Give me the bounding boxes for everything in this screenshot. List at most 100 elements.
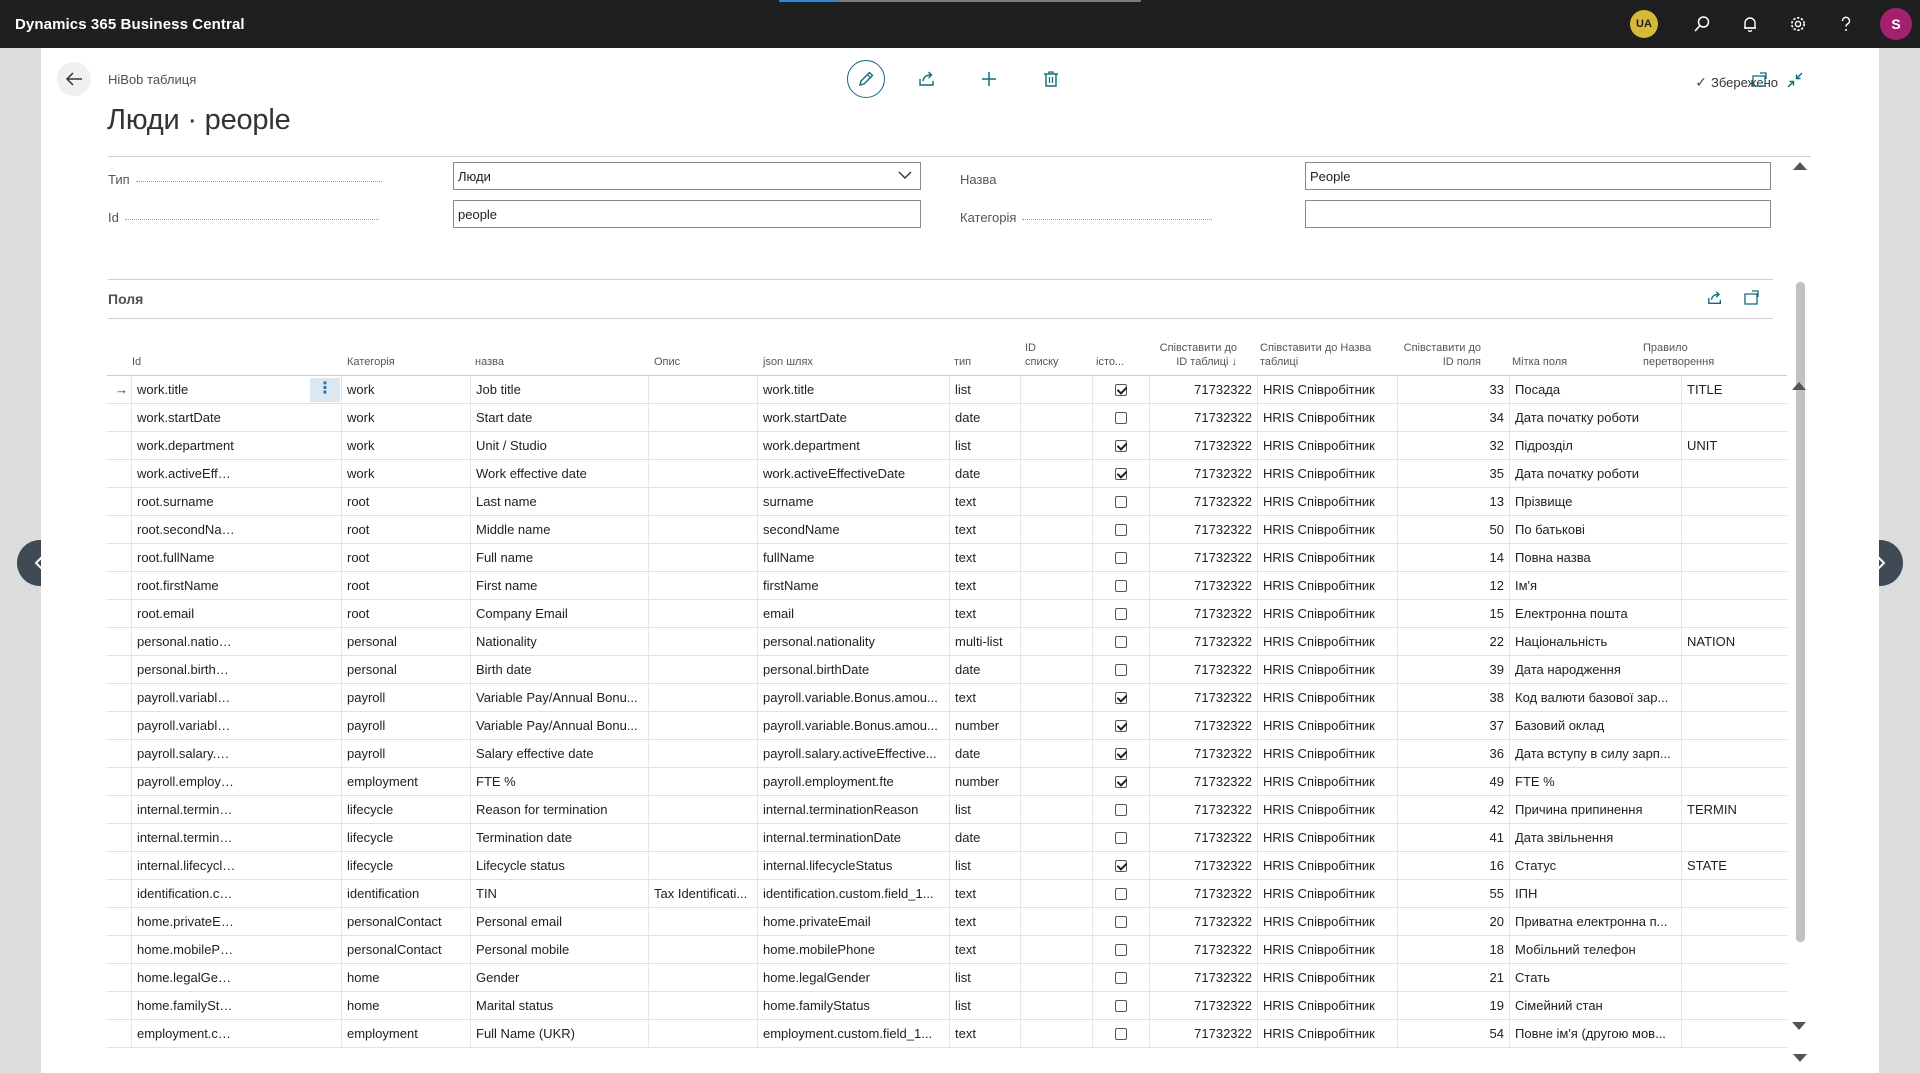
history-checkbox[interactable] (1115, 384, 1127, 396)
cell-type[interactable]: multi-list (949, 628, 1019, 656)
cell-map-field-id[interactable]: 55 (1397, 880, 1509, 908)
cell-type[interactable]: date (949, 824, 1019, 852)
cell-history[interactable] (1092, 628, 1149, 656)
cell-conversion-rule[interactable] (1681, 712, 1788, 740)
cell-json-path[interactable]: work.startDate (757, 404, 948, 432)
cell-description[interactable] (648, 992, 757, 1020)
col-header-name[interactable]: назва (475, 355, 504, 369)
cell-history[interactable] (1092, 684, 1149, 712)
cell-map-field-id[interactable]: 21 (1397, 964, 1509, 992)
cell-category[interactable]: personalContact (341, 908, 469, 936)
table-row[interactable]: payroll.variable.Bo... payrollVariable Pa… (107, 684, 1787, 712)
cell-json-path[interactable]: secondName (757, 516, 948, 544)
cell-category[interactable]: personal (341, 656, 469, 684)
table-row[interactable]: internal.lifecycleSt... lifecycleLifecycl… (107, 852, 1787, 880)
cell-map-table-name[interactable]: HRIS Співробітник (1257, 1020, 1397, 1048)
cell-type[interactable]: text (949, 600, 1019, 628)
cell-type[interactable]: text (949, 684, 1019, 712)
cell-list-id[interactable] (1020, 432, 1092, 460)
cell-conversion-rule[interactable]: TITLE (1681, 376, 1788, 404)
fields-share-button[interactable] (1705, 288, 1725, 308)
cell-type[interactable]: number (949, 768, 1019, 796)
cell-id[interactable]: personal.nationality (131, 628, 241, 656)
cell-json-path[interactable]: identification.custom.field_1... (757, 880, 948, 908)
cell-map-table-id[interactable]: 71732322 (1149, 852, 1257, 880)
cell-map-field-id[interactable]: 54 (1397, 1020, 1509, 1048)
cell-name[interactable]: Termination date (470, 824, 650, 852)
cell-map-table-id[interactable]: 71732322 (1149, 656, 1257, 684)
cell-map-table-id[interactable]: 71732322 (1149, 908, 1257, 936)
cell-description[interactable] (648, 1020, 757, 1048)
cell-description[interactable] (648, 376, 757, 404)
col-header-history[interactable]: істо... (1096, 355, 1124, 369)
table-row[interactable]: work.activeEffectiv... workWork effective… (107, 460, 1787, 488)
cell-conversion-rule[interactable]: NATION (1681, 628, 1788, 656)
cell-id[interactable]: internal.lifecycleSt... (131, 852, 241, 880)
col-header-description[interactable]: Опис (654, 355, 680, 369)
cell-category[interactable]: employment (341, 768, 469, 796)
cell-conversion-rule[interactable]: TERMIN (1681, 796, 1788, 824)
cell-name[interactable]: Marital status (470, 992, 650, 1020)
scroll-up-icon[interactable] (1793, 162, 1807, 170)
table-row[interactable]: work.startDate work Start date work.startDa… (107, 404, 1787, 432)
cell-description[interactable] (648, 824, 757, 852)
cell-history[interactable] (1092, 460, 1149, 488)
cell-history[interactable] (1092, 712, 1149, 740)
cell-name[interactable]: Variable Pay/Annual Bonu... (470, 684, 650, 712)
table-row[interactable]: employment.custo... employmentFull Name (… (107, 1020, 1787, 1048)
history-checkbox[interactable] (1115, 748, 1127, 760)
cell-category[interactable]: root (341, 544, 469, 572)
id-input[interactable]: people (453, 200, 921, 228)
cell-name[interactable]: Company Email (470, 600, 650, 628)
col-header-json-path[interactable]: json шлях (763, 355, 813, 369)
cell-field-label[interactable]: ІПН (1509, 880, 1681, 908)
cell-description[interactable] (648, 936, 757, 964)
cell-field-label[interactable]: Стать (1509, 964, 1681, 992)
cell-history[interactable] (1092, 768, 1149, 796)
table-row[interactable]: root.secondName root Middle name secondName… (107, 516, 1787, 544)
back-button[interactable] (57, 62, 91, 96)
cell-history[interactable] (1092, 740, 1149, 768)
app-title[interactable]: Dynamics 365 Business Central (15, 16, 245, 33)
cell-json-path[interactable]: payroll.variable.Bonus.amou... (757, 712, 948, 740)
history-checkbox[interactable] (1115, 468, 1127, 480)
cell-list-id[interactable] (1020, 880, 1092, 908)
cell-json-path[interactable]: work.title (757, 376, 948, 404)
cell-name[interactable]: Lifecycle status (470, 852, 650, 880)
cell-name[interactable]: Last name (470, 488, 650, 516)
cell-list-id[interactable] (1020, 404, 1092, 432)
cell-description[interactable] (648, 460, 757, 488)
cell-field-label[interactable]: Підрозділ (1509, 432, 1681, 460)
cell-id[interactable]: work.department (131, 432, 241, 460)
cell-id[interactable]: payroll.salary.activ... (131, 740, 241, 768)
cell-map-table-name[interactable]: HRIS Співробітник (1257, 432, 1397, 460)
cell-type[interactable]: list (949, 432, 1019, 460)
cell-description[interactable] (648, 740, 757, 768)
table-row[interactable]: payroll.employme... employment FTE % payrol… (107, 768, 1787, 796)
cell-map-table-name[interactable]: HRIS Співробітник (1257, 488, 1397, 516)
cell-conversion-rule[interactable] (1681, 460, 1788, 488)
cell-list-id[interactable] (1020, 852, 1092, 880)
cell-list-id[interactable] (1020, 992, 1092, 1020)
cell-map-field-id[interactable]: 19 (1397, 992, 1509, 1020)
cell-id[interactable]: root.surname (131, 488, 241, 516)
gear-icon[interactable] (1774, 0, 1822, 48)
cell-history[interactable] (1092, 908, 1149, 936)
cell-map-field-id[interactable]: 41 (1397, 824, 1509, 852)
col-header-type[interactable]: тип (954, 355, 971, 369)
cell-json-path[interactable]: home.legalGender (757, 964, 948, 992)
cell-id[interactable]: personal.birthDate (131, 656, 241, 684)
cell-name[interactable]: Work effective date (470, 460, 650, 488)
cell-id[interactable]: home.mobilePhone (131, 936, 241, 964)
locale-badge[interactable]: UA (1630, 10, 1658, 38)
cell-name[interactable]: Reason for termination (470, 796, 650, 824)
cell-field-label[interactable]: Ім'я (1509, 572, 1681, 600)
cell-map-field-id[interactable]: 22 (1397, 628, 1509, 656)
cell-category[interactable]: personalContact (341, 936, 469, 964)
ellipsis-vertical-icon[interactable]: ⋮ (310, 378, 340, 402)
help-icon[interactable] (1822, 0, 1870, 48)
col-header-map-table-id[interactable]: Співставити до ID таблиці ↓ (1147, 341, 1237, 369)
cell-map-field-id[interactable]: 18 (1397, 936, 1509, 964)
cell-map-field-id[interactable]: 12 (1397, 572, 1509, 600)
col-header-field-label[interactable]: Мітка поля (1512, 355, 1567, 369)
